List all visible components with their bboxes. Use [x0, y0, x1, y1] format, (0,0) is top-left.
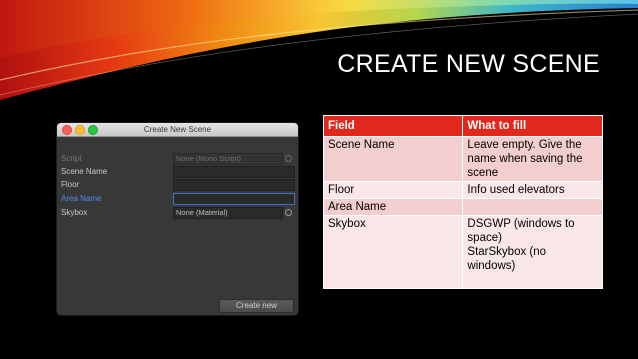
table-cell: Area Name [322, 198, 464, 216]
field-row-script: Script None (Mono Script) [57, 152, 298, 165]
skybox-field[interactable]: None (Material) [173, 207, 283, 219]
script-field: None (Mono Script) [173, 153, 283, 165]
cell-line: name when saving the [467, 153, 583, 165]
field-row-floor: Floor [57, 178, 298, 191]
table-row: Skybox DSGWP (windows to space) StarSkyb… [322, 215, 603, 289]
cell-line: space) [467, 232, 502, 244]
table-cell: Info used elevators [462, 181, 603, 199]
skybox-label: Skybox [61, 208, 88, 217]
table-cell [462, 198, 603, 216]
table-row: Floor Info used elevators [322, 181, 603, 199]
table-cell: Leave empty. Give the name when saving t… [462, 136, 603, 182]
area-name-label: Area Name [61, 194, 102, 203]
column-header: What to fill [462, 115, 603, 137]
cell-line: windows) [467, 260, 516, 272]
table-header-row: Field What to fill [322, 115, 603, 137]
table-cell: Scene Name [322, 136, 464, 182]
floor-label: Floor [61, 180, 80, 189]
area-name-input[interactable] [173, 193, 295, 205]
column-header: Field [322, 115, 464, 137]
window-body: Script None (Mono Script) Scene Name Flo… [57, 137, 298, 315]
field-table: Field What to fill Scene Name Leave empt… [322, 115, 603, 289]
window-titlebar[interactable]: Create New Scene [57, 123, 298, 137]
slide-title: CREATE NEW SCENE [337, 50, 600, 78]
cell-line: StarSkybox (no [467, 246, 547, 258]
field-row-area-name: Area Name [57, 192, 298, 205]
field-row-scene-name: Scene Name [57, 165, 298, 178]
create-new-button[interactable]: Create new [219, 299, 294, 313]
window-title: Create New Scene [143, 125, 212, 134]
cell-line: Info used elevators [467, 184, 565, 196]
scene-name-input[interactable] [173, 166, 295, 178]
table-row: Area Name [322, 198, 603, 216]
cell-line: scene [467, 167, 499, 179]
floor-input[interactable] [173, 179, 295, 191]
script-label: Script [61, 154, 82, 163]
field-row-skybox: Skybox None (Material) [57, 206, 298, 219]
object-picker-icon [285, 155, 292, 162]
table-cell: DSGWP (windows to space) StarSkybox (no … [462, 215, 603, 289]
table-row: Scene Name Leave empty. Give the name wh… [322, 136, 603, 182]
table-cell: Skybox [322, 215, 464, 289]
scene-name-label: Scene Name [61, 167, 108, 176]
object-picker-icon[interactable] [285, 209, 292, 216]
table-cell: Floor [322, 181, 464, 199]
cell-line: DSGWP (windows to [467, 218, 575, 230]
create-new-scene-window: Create New Scene Script None (Mono Scrip… [56, 122, 299, 316]
cell-line: Leave empty. Give the [467, 139, 582, 151]
